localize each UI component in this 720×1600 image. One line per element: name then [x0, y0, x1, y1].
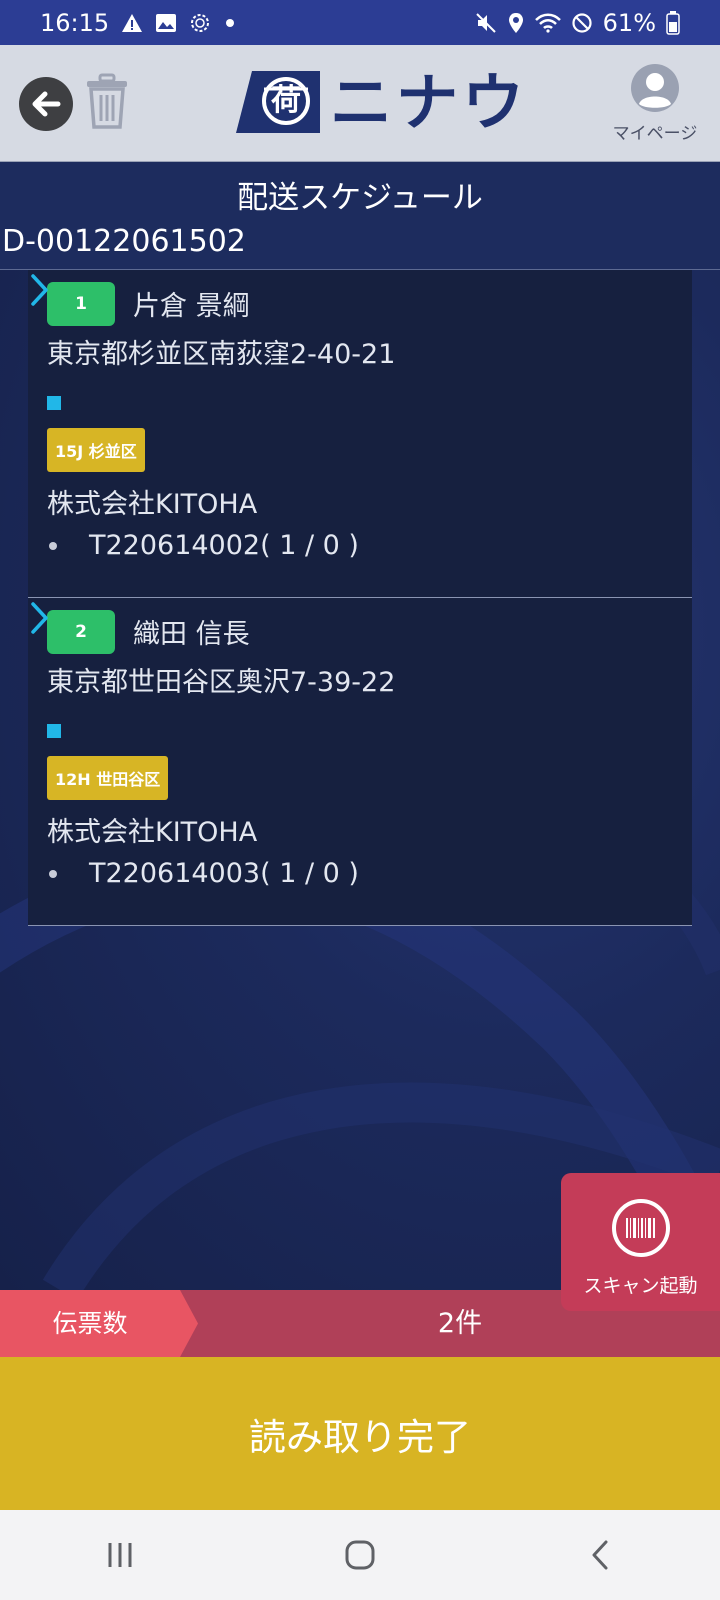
recipient-name: 織田 信長: [133, 619, 250, 650]
mypage-label: マイページ: [612, 124, 698, 144]
title-band: 配送スケジュール D-00122061502: [0, 162, 720, 270]
system-back-button[interactable]: [560, 1525, 640, 1585]
bullet-icon: [49, 541, 57, 550]
address: 東京都杉並区南荻窪2-40-21: [47, 339, 396, 370]
read-complete-label: 読み取り完了: [249, 1415, 471, 1459]
delivery-card-2[interactable]: 2 織田 信長 東京都世田谷区奥沢7-39-22 12H 世田谷区 株式会社KI…: [28, 598, 692, 926]
barcode-icon: [611, 1199, 670, 1257]
system-nav-bar: [0, 1510, 720, 1600]
dnd-icon: [571, 12, 593, 34]
wifi-icon: [534, 13, 561, 33]
location-icon: [507, 12, 525, 34]
logo-text: ニナウ: [330, 66, 529, 139]
sequence-badge: 1: [47, 282, 115, 326]
recent-apps-button[interactable]: [80, 1525, 160, 1585]
tracking-item: T220614002( 1 / 0 ): [47, 530, 359, 561]
chevron-right-icon[interactable]: [28, 598, 52, 638]
home-icon: [345, 1540, 375, 1570]
trash-icon: [87, 73, 127, 129]
recipient-name: 片倉 景綱: [133, 291, 250, 322]
tracking-number: T220614003( 1 / 0 ): [89, 858, 359, 889]
mute-icon: [475, 12, 497, 34]
page-title: 配送スケジュール: [237, 180, 483, 216]
slip-count-label: 伝票数: [52, 1309, 128, 1338]
app-header: 荷 ニナウ マイページ: [0, 45, 720, 162]
delivery-list[interactable]: 1 片倉 景綱 東京都杉並区南荻窪2-40-21 15J 杉並区 株式会社KIT…: [0, 270, 720, 1290]
address: 東京都世田谷区奥沢7-39-22: [47, 667, 396, 698]
status-marker: [47, 724, 61, 738]
delivery-card-1[interactable]: 1 片倉 景綱 東京都杉並区南荻窪2-40-21 15J 杉並区 株式会社KIT…: [28, 270, 692, 598]
sync-icon: [189, 12, 211, 34]
slip-count-value: 2件: [437, 1308, 483, 1339]
user-avatar-icon: [631, 64, 679, 112]
company-name: 株式会社KITOHA: [47, 817, 258, 848]
trash-button[interactable]: [84, 73, 130, 131]
status-left: 16:15: [40, 9, 237, 37]
image-icon: [155, 13, 177, 33]
scan-start-button[interactable]: スキャン起動: [561, 1173, 720, 1311]
bullet-icon: [49, 869, 57, 878]
app-logo: 荷 ニナウ: [234, 67, 534, 139]
screen: 16:15 61% 荷 ニナウ マイページ 配送スケジュール D-0012206…: [0, 0, 720, 1600]
status-marker: [47, 396, 61, 410]
tracking-item: T220614003( 1 / 0 ): [47, 858, 359, 889]
dot-icon: [223, 16, 237, 30]
arrow-left-icon: [32, 91, 61, 117]
scan-start-label: スキャン起動: [583, 1275, 698, 1297]
warning-icon: [121, 13, 143, 33]
sequence-badge: 2: [47, 610, 115, 654]
back-chevron-icon: [592, 1540, 608, 1570]
mypage-button[interactable]: マイページ: [600, 63, 710, 153]
chevron-right-icon[interactable]: [28, 270, 52, 310]
battery-icon: [666, 10, 680, 35]
tracking-number: T220614002( 1 / 0 ): [89, 530, 359, 561]
area-tag: 12H 世田谷区: [47, 756, 169, 800]
read-complete-button[interactable]: 読み取り完了: [0, 1357, 720, 1510]
delivery-id: D-00122061502: [2, 224, 246, 259]
status-bar: 16:15 61%: [0, 0, 720, 45]
home-button[interactable]: [320, 1525, 400, 1585]
area-tag: 15J 杉並区: [47, 428, 145, 472]
status-time: 16:15: [40, 8, 110, 37]
company-name: 株式会社KITOHA: [47, 489, 258, 520]
back-button[interactable]: [19, 77, 73, 131]
logo-emblem: 荷: [271, 83, 301, 118]
battery-percent: 61%: [602, 8, 656, 37]
recent-apps-icon: [108, 1543, 132, 1567]
status-right: 61%: [475, 9, 680, 37]
